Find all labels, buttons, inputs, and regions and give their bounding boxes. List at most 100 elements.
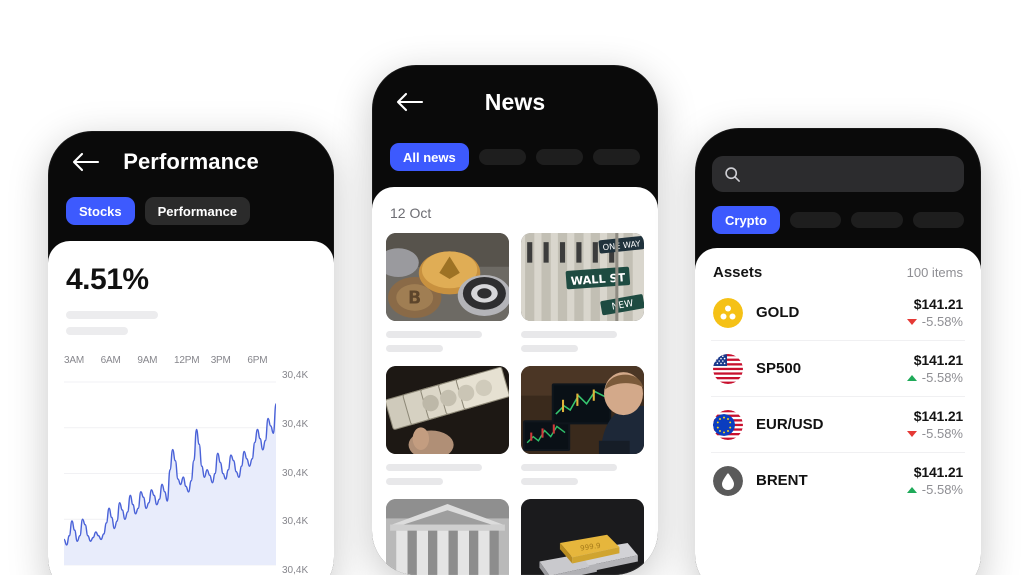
triangle-up-icon (906, 486, 917, 493)
news-sheet: 12 Oct B ONE WAY WALL ST NEW 999.9 (372, 187, 658, 575)
x-tick: 6AM (100, 355, 121, 366)
news-card[interactable] (386, 366, 509, 485)
phone-assets: Crypto Assets 100 items GOLD $141.21 -5.… (695, 128, 981, 575)
news-skeleton-line (521, 478, 578, 485)
chip-placeholder-2[interactable] (851, 212, 903, 228)
y-tick: 30,4K (282, 467, 309, 479)
performance-chart: 30,4K 30,4K 30,4K 30,4K 30,4K (64, 370, 318, 575)
table-row[interactable]: EUR/USD $141.21 -5.58% (711, 397, 965, 453)
assets-count: 100 items (906, 265, 963, 280)
asset-price: $141.21 (913, 464, 963, 480)
phone-news: News All news 12 Oct B ONE WAY WALL ST N… (372, 65, 658, 575)
news-skeleton-line (521, 345, 578, 352)
skeleton-line-1 (66, 311, 158, 319)
news-grid: B ONE WAY WALL ST NEW 999.9 (386, 233, 644, 575)
asset-values: $141.21 -5.58% (906, 464, 963, 497)
performance-topbar: Performance (48, 131, 334, 193)
news-card[interactable]: 999.9 (521, 499, 644, 575)
asset-price: $141.21 (913, 296, 963, 312)
chip-placeholder-1[interactable] (478, 149, 526, 165)
y-tick: 30,4K (282, 418, 309, 430)
assets-topbar (695, 128, 981, 152)
chip-placeholder-3[interactable] (592, 149, 640, 165)
search-icon (724, 166, 741, 183)
asset-name: BRENT (756, 472, 808, 489)
performance-sheet: 4.51% 3AM 6AM 9AM 12PM 3PM 6PM 30,4K 30,… (48, 241, 334, 575)
performance-value: 4.51% (66, 263, 149, 296)
x-tick: 3PM (210, 355, 231, 366)
news-skeleton-line (386, 464, 482, 471)
news-card[interactable] (521, 366, 644, 485)
news-card[interactable]: ONE WAY WALL ST NEW (521, 233, 644, 352)
asset-price: $141.21 (913, 408, 963, 424)
assets-header: Assets 100 items (713, 264, 963, 281)
dollar-bills-photo (386, 366, 509, 454)
asset-name: GOLD (756, 304, 800, 321)
asset-change-value: -5.58% (921, 426, 963, 441)
crypto-coins-photo: B (386, 233, 509, 321)
arrow-left-icon[interactable] (394, 91, 424, 113)
trader-screens-photo (521, 366, 644, 454)
chip-placeholder-2[interactable] (535, 149, 583, 165)
gold-coin-icon (713, 297, 743, 328)
arrow-left-icon[interactable] (70, 151, 100, 173)
search-input[interactable] (750, 165, 952, 183)
x-tick: 3AM (64, 355, 84, 366)
news-chips: All news (372, 139, 658, 187)
news-skeleton-line (521, 331, 617, 338)
asset-change: -5.58% (906, 426, 963, 441)
table-row[interactable]: GOLD $141.21 -5.58% (711, 285, 965, 341)
news-card[interactable]: B (386, 233, 509, 352)
asset-change: -5.58% (906, 482, 963, 497)
chip-stocks[interactable]: Stocks (66, 197, 135, 225)
news-skeleton-line (386, 345, 443, 352)
chip-placeholder-1[interactable] (789, 212, 842, 228)
y-tick: 30,4K (282, 565, 309, 575)
triangle-down-icon (906, 318, 917, 325)
svg-text:B: B (408, 289, 421, 309)
asset-change: -5.58% (906, 314, 963, 329)
us-flag-icon (713, 353, 743, 384)
chart-y-axis: 30,4K 30,4K 30,4K 30,4K 30,4K (276, 370, 318, 575)
phone-performance: Performance Stocks Performance 4.51% 3AM… (48, 131, 334, 575)
chip-crypto[interactable]: Crypto (712, 206, 780, 234)
asset-name: EUR/USD (756, 416, 824, 433)
screenshot-canvas: Performance Stocks Performance 4.51% 3AM… (0, 0, 1024, 575)
table-row[interactable]: BRENT $141.21 -5.58% (711, 453, 965, 508)
asset-change: -5.58% (906, 370, 963, 385)
y-tick: 30,4K (282, 516, 309, 528)
news-card[interactable] (386, 499, 509, 575)
y-tick: 30,4K (282, 370, 309, 381)
eur-usd-flag-icon (713, 409, 743, 440)
asset-values: $141.21 -5.58% (906, 296, 963, 329)
wall-street-sign-photo: ONE WAY WALL ST NEW (521, 233, 644, 321)
chip-all-news[interactable]: All news (390, 143, 469, 171)
news-skeleton-line (521, 464, 617, 471)
news-date-label: 12 Oct (390, 205, 432, 221)
search-bar[interactable] (712, 156, 964, 192)
table-row[interactable]: SP500 $141.21 -5.58% (711, 341, 965, 397)
chart-plot-area (64, 374, 276, 575)
assets-chips: Crypto (695, 192, 981, 248)
chart-x-axis: 3AM 6AM 9AM 12PM 3PM 6PM (64, 355, 318, 366)
asset-values: $141.21 -5.58% (906, 408, 963, 441)
chip-placeholder-3[interactable] (912, 212, 965, 228)
asset-values: $141.21 -5.58% (906, 352, 963, 385)
gold-bars-photo: 999.9 (521, 499, 644, 575)
asset-change-value: -5.58% (921, 314, 963, 329)
news-skeleton-line (386, 331, 482, 338)
x-tick: 6PM (247, 355, 268, 366)
chip-performance[interactable]: Performance (144, 197, 251, 225)
asset-name: SP500 (756, 360, 802, 377)
triangle-up-icon (906, 374, 917, 381)
x-tick: 12PM (174, 355, 200, 366)
assets-title: Assets (713, 264, 763, 281)
triangle-down-icon (906, 430, 917, 437)
oil-drop-icon (713, 465, 743, 496)
assets-sheet: Assets 100 items GOLD $141.21 -5.58% SP5… (695, 248, 981, 575)
asset-change-value: -5.58% (921, 482, 963, 497)
skeleton-line-2 (66, 327, 128, 335)
asset-price: $141.21 (913, 352, 963, 368)
news-skeleton-line (386, 478, 443, 485)
x-tick: 9AM (137, 355, 158, 366)
